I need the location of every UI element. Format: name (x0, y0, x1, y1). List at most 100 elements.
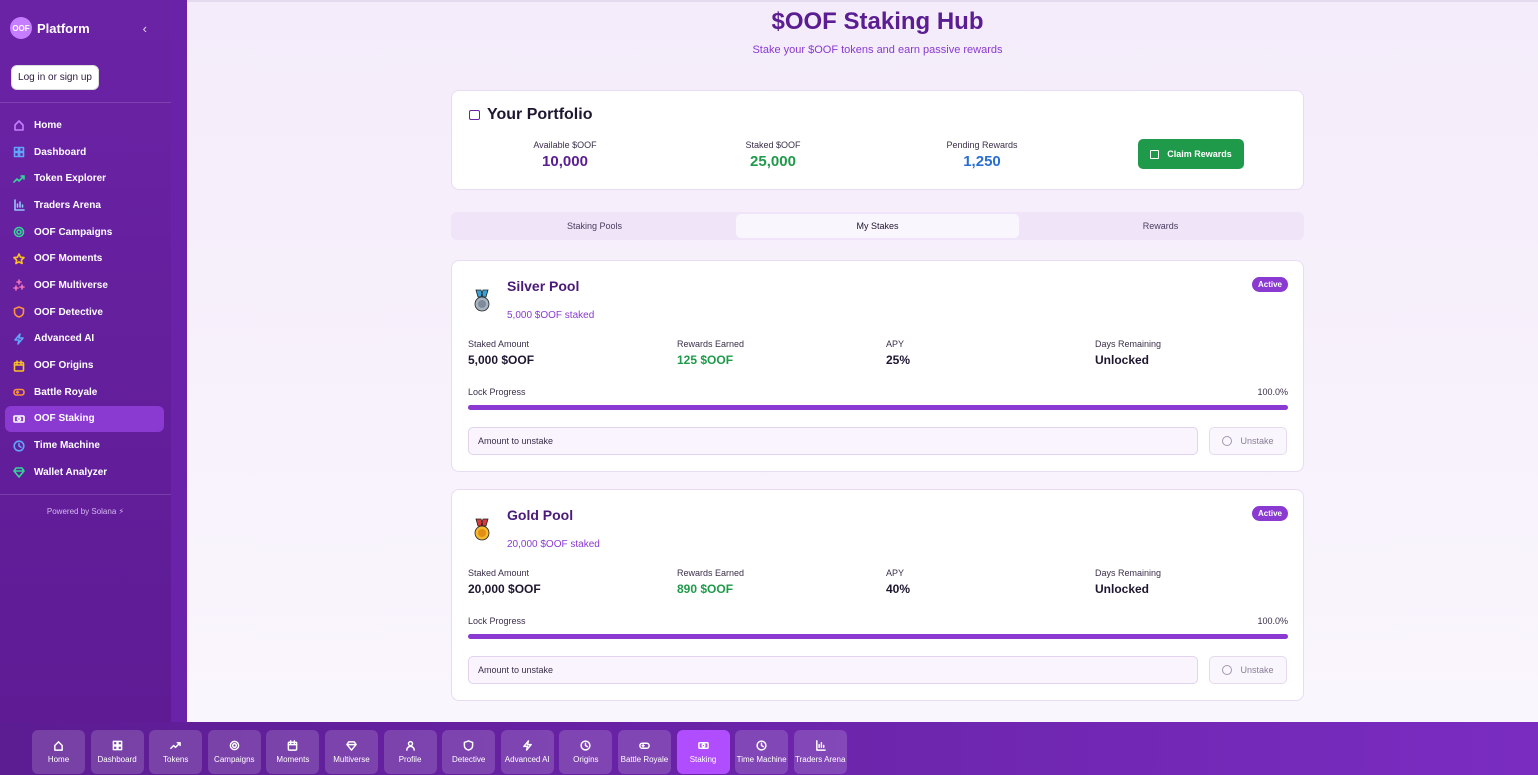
bottom-nav-campaigns[interactable]: Campaigns (207, 730, 261, 774)
sidebar-item-home[interactable]: Home (5, 112, 164, 139)
metric-label: Rewards Earned (677, 568, 745, 578)
sidebar-item-advanced-ai[interactable]: Advanced AI (5, 326, 164, 353)
sidebar-item-oof-detective[interactable]: OOF Detective (5, 299, 164, 326)
sidebar-item-label: Wallet Analyzer (34, 466, 108, 478)
dashboard-icon (13, 146, 25, 158)
sidebar-item-oof-origins[interactable]: OOF Origins (5, 352, 164, 379)
gem-icon (13, 466, 25, 479)
sidebar-nav: Home Dashboard Token Explorer Traders Arena… (5, 112, 164, 486)
bottom-nav-home[interactable]: Home (32, 730, 85, 774)
dashboard-icon (112, 740, 123, 751)
bottom-nav-label: Time Machine (736, 755, 787, 764)
rewards-metric: Rewards Earned 890 $OOF (677, 568, 744, 596)
sidebar-item-time-machine[interactable]: Time Machine (5, 432, 164, 459)
claim-rewards-button[interactable]: Claim Rewards (1138, 139, 1244, 169)
bottom-nav-advanced-ai[interactable]: Advanced AI (500, 730, 554, 774)
unstake-button[interactable]: Unstake (1209, 427, 1287, 455)
apy-metric: APY 40% (886, 568, 910, 596)
bottom-nav-multiverse[interactable]: Multiverse (324, 730, 378, 774)
login-button[interactable]: Log in or sign up (11, 65, 99, 90)
apy-metric: APY 25% (886, 339, 910, 367)
sidebar-item-oof-multiverse[interactable]: OOF Multiverse (5, 272, 164, 299)
bottom-nav-label: Tokens (163, 755, 189, 764)
rewards-value: 890 $OOF (677, 582, 734, 596)
sidebar-item-oof-campaigns[interactable]: OOF Campaigns (5, 219, 164, 246)
sidebar-item-label: OOF Campaigns (34, 226, 113, 238)
sidebar: OOF Platform ‹ Log in or sign up Home Das… (0, 0, 171, 722)
bottom-nav-label: Traders Arena (795, 755, 846, 764)
user-icon (405, 740, 416, 751)
lock-progress-bar (468, 634, 1288, 639)
sidebar-item-label: Home (34, 119, 62, 131)
bottom-nav-bar: Home Dashboard Tokens Campaigns Moments Multi… (0, 722, 1538, 775)
bottom-nav-label: Multiverse (333, 755, 370, 764)
available-stat: Available $OOF 10,000 (495, 140, 635, 170)
sidebar-item-label: Advanced AI (34, 333, 95, 345)
bottom-nav-origins[interactable]: Origins (559, 730, 613, 774)
bottom-nav-tokens[interactable]: Tokens (149, 730, 203, 774)
coins-icon (13, 413, 25, 425)
sidebar-item-label: OOF Origins (34, 360, 94, 372)
shield-icon (463, 740, 474, 751)
sidebar-item-oof-moments[interactable]: OOF Moments (5, 245, 164, 272)
bottom-nav-profile[interactable]: Profile (383, 730, 437, 774)
sidebar-item-traders-arena[interactable]: Traders Arena (5, 192, 164, 219)
unstake-button[interactable]: Unstake (1209, 656, 1287, 684)
stake-card: Silver Pool 5,000 $OOF staked Active Staked… (451, 260, 1304, 472)
collapse-sidebar-button[interactable]: ‹ (143, 21, 147, 36)
sparkles-icon (13, 279, 25, 292)
bottom-nav-label: Origins (573, 755, 599, 764)
trending-icon (170, 740, 182, 751)
divider (0, 102, 171, 103)
bottom-nav-staking[interactable]: Staking (676, 730, 730, 774)
sidebar-item-label: OOF Detective (34, 306, 103, 318)
home-icon (53, 740, 64, 751)
available-label: Available $OOF (533, 140, 597, 150)
bar-chart-icon (13, 199, 25, 212)
unstake-label: Unstake (1240, 436, 1274, 446)
metric-label: APY (886, 568, 905, 578)
bottom-nav-moments[interactable]: Moments (266, 730, 320, 774)
sidebar-item-oof-staking[interactable]: OOF Staking (5, 405, 164, 433)
gift-icon (1150, 149, 1160, 159)
wallet-icon (469, 110, 480, 120)
tab-rewards[interactable]: Rewards (1019, 214, 1302, 238)
staked-amount-metric: Staked Amount 20,000 $OOF (468, 568, 541, 596)
days-value: Unlocked (1095, 582, 1150, 596)
apy-value: 25% (886, 353, 911, 367)
staked-stat: Staked $OOF 25,000 (703, 140, 843, 170)
shield-icon (13, 306, 25, 318)
tab-my-stakes[interactable]: My Stakes (736, 214, 1019, 238)
gamepad-icon (639, 740, 650, 751)
sidebar-edge (171, 0, 187, 722)
lock-progress-label: Lock Progress (468, 616, 526, 626)
metric-label: Staked Amount (468, 568, 530, 578)
bottom-nav-battle-royale[interactable]: Battle Royale (617, 730, 671, 774)
days-metric: Days Remaining Unlocked (1095, 339, 1161, 367)
calendar-icon (287, 740, 298, 751)
lock-progress-fill (468, 634, 1288, 639)
unstake-amount-input[interactable]: Amount to unstake (468, 427, 1198, 455)
bottom-nav-label: Campaigns (214, 755, 255, 764)
unstake-amount-input[interactable]: Amount to unstake (468, 656, 1198, 684)
staked-amount-metric: Staked Amount 5,000 $OOF (468, 339, 534, 367)
bottom-nav-detective[interactable]: Detective (442, 730, 496, 774)
sidebar-item-label: Time Machine (34, 440, 100, 452)
days-value: Unlocked (1095, 353, 1150, 367)
bottom-nav-traders-arena[interactable]: Traders Arena (793, 730, 847, 774)
tab-staking-pools[interactable]: Staking Pools (453, 214, 736, 238)
status-badge: Active (1251, 277, 1288, 292)
sidebar-item-token-explorer[interactable]: Token Explorer (5, 165, 164, 192)
lock-progress-percent: 100.0% (1257, 387, 1288, 397)
home-icon (13, 119, 25, 132)
zap-icon (522, 740, 533, 751)
bottom-nav-time-machine[interactable]: Time Machine (735, 730, 789, 774)
sidebar-item-dashboard[interactable]: Dashboard (5, 139, 164, 166)
sidebar-item-wallet-analyzer[interactable]: Wallet Analyzer (5, 459, 164, 486)
bottom-nav-dashboard[interactable]: Dashboard (90, 730, 144, 774)
sidebar-item-battle-royale[interactable]: Battle Royale (5, 379, 164, 406)
rewards-value: 125 $OOF (677, 353, 734, 367)
star-icon (13, 252, 25, 265)
medal-icon (471, 289, 493, 313)
pool-name: Silver Pool (507, 278, 580, 294)
